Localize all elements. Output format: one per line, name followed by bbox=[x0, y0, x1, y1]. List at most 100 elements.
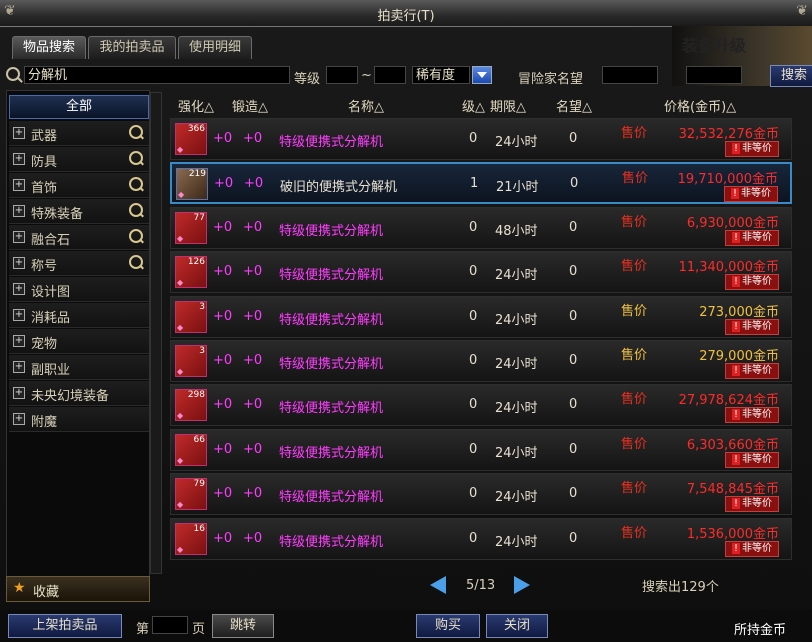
zoom-icon[interactable] bbox=[129, 125, 143, 139]
item-icon[interactable]: 16 ◆ bbox=[175, 523, 207, 555]
listing-row[interactable]: 16 ◆ +0 +0 特级便携式分解机 0 24小时 0 售价 1,536,000金币! 非等价 bbox=[170, 518, 792, 560]
expand-icon[interactable]: + bbox=[13, 231, 25, 243]
non-equivalent-badge: ! 非等价 bbox=[725, 541, 779, 557]
expand-icon[interactable]: + bbox=[13, 127, 25, 139]
sidebar-item-fusion-stone[interactable]: + 融合石 bbox=[9, 225, 149, 250]
expand-icon[interactable]: + bbox=[13, 387, 25, 399]
stack-count: 66 bbox=[193, 435, 205, 445]
item-name[interactable]: 特级便携式分解机 bbox=[279, 264, 383, 283]
column-name[interactable]: 名称△ bbox=[348, 96, 384, 115]
zoom-icon[interactable] bbox=[129, 203, 143, 217]
badge-label: 非等价 bbox=[741, 188, 771, 199]
item-name[interactable]: 特级便携式分解机 bbox=[279, 131, 383, 150]
item-icon[interactable]: 66 ◆ bbox=[175, 434, 207, 466]
stack-count: 16 bbox=[193, 524, 205, 534]
expand-icon[interactable]: + bbox=[13, 153, 25, 165]
zoom-icon[interactable] bbox=[129, 229, 143, 243]
sidebar-item-accessories[interactable]: + 首饰 bbox=[9, 173, 149, 198]
result-count: 搜索出129个 bbox=[642, 580, 719, 595]
expand-icon[interactable]: + bbox=[13, 283, 25, 295]
item-icon[interactable]: 77 ◆ bbox=[175, 212, 207, 244]
sidebar-item-enchant[interactable]: + 附魔 bbox=[9, 407, 149, 432]
item-icon[interactable]: 298 ◆ bbox=[175, 389, 207, 421]
chevron-down-icon[interactable] bbox=[472, 66, 492, 84]
sidebar-item-all[interactable]: 全部 bbox=[9, 95, 149, 119]
title-bar[interactable]: ❦ 拍卖行(T) ❦ bbox=[0, 0, 812, 27]
sidebar-item-illusion-equipment[interactable]: + 未央幻境装备 bbox=[9, 381, 149, 406]
buy-button[interactable]: 购买 bbox=[416, 614, 480, 638]
listing-row[interactable]: 366 ◆ +0 +0 特级便携式分解机 0 24小时 0 售价 32,532,276金币! 非等价 bbox=[170, 118, 792, 160]
item-icon[interactable]: 126 ◆ bbox=[175, 256, 207, 288]
list-item-button[interactable]: 上架拍卖品 bbox=[8, 614, 122, 638]
expand-icon[interactable]: + bbox=[13, 361, 25, 373]
expand-icon[interactable]: + bbox=[13, 179, 25, 191]
fame-max-input[interactable] bbox=[686, 66, 742, 84]
listing-row[interactable]: 298 ◆ +0 +0 特级便携式分解机 0 24小时 0 售价 27,978,624金币! 非等价 bbox=[170, 384, 792, 426]
page-number-input[interactable] bbox=[152, 616, 188, 634]
forge-value: +0 bbox=[243, 397, 263, 412]
sidebar-item-sub-profession[interactable]: + 副职业 bbox=[9, 355, 149, 380]
listing-row[interactable]: 66 ◆ +0 +0 特级便携式分解机 0 24小时 0 售价 6,303,660金币! 非等价 bbox=[170, 429, 792, 471]
listing-row[interactable]: 219 ◆ +0 +0 破旧的便携式分解机 1 21小时 0 售价 19,710,000金币! 非等… bbox=[170, 162, 792, 204]
expand-icon[interactable]: + bbox=[13, 257, 25, 269]
sidebar-item-titles[interactable]: + 称号 bbox=[9, 251, 149, 276]
column-level[interactable]: 级△ bbox=[462, 96, 485, 115]
search-button[interactable]: 搜索 bbox=[770, 65, 812, 87]
favorites-button[interactable]: ★ 收藏 bbox=[6, 576, 150, 602]
zoom-icon[interactable] bbox=[129, 255, 143, 269]
sidebar-item-weapons[interactable]: + 武器 bbox=[9, 121, 149, 146]
enhance-value: +0 bbox=[213, 220, 233, 235]
jump-button[interactable]: 跳转 bbox=[212, 614, 274, 638]
item-icon[interactable]: 366 ◆ bbox=[175, 123, 207, 155]
duration-value: 24小时 bbox=[495, 268, 538, 283]
item-name[interactable]: 特级便携式分解机 bbox=[279, 486, 383, 505]
item-name[interactable]: 特级便携式分解机 bbox=[279, 531, 383, 550]
duration-value: 24小时 bbox=[495, 401, 538, 416]
zoom-icon[interactable] bbox=[129, 177, 143, 191]
fame-value: 0 bbox=[569, 220, 578, 235]
item-icon[interactable]: 79 ◆ bbox=[175, 478, 207, 510]
item-name[interactable]: 特级便携式分解机 bbox=[279, 397, 383, 416]
sidebar-item-special-equipment[interactable]: + 特殊装备 bbox=[9, 199, 149, 224]
zoom-icon[interactable] bbox=[129, 151, 143, 165]
listing-row[interactable]: 79 ◆ +0 +0 特级便携式分解机 0 24小时 0 售价 7,548,845金币! 非等价 bbox=[170, 473, 792, 515]
item-icon[interactable]: 219 ◆ bbox=[176, 168, 208, 200]
column-forge[interactable]: 锻造△ bbox=[232, 96, 268, 115]
column-duration[interactable]: 期限△ bbox=[490, 96, 526, 115]
sidebar-item-blueprints[interactable]: + 设计图 bbox=[9, 277, 149, 302]
listing-row[interactable]: 126 ◆ +0 +0 特级便携式分解机 0 24小时 0 售价 11,340,000金币! 非等价 bbox=[170, 251, 792, 293]
search-input[interactable]: 分解机 bbox=[24, 66, 290, 84]
sidebar-item-armor[interactable]: + 防具 bbox=[9, 147, 149, 172]
expand-icon[interactable]: + bbox=[13, 205, 25, 217]
sidebar-scrollbar[interactable] bbox=[150, 92, 162, 574]
column-enhance[interactable]: 强化△ bbox=[178, 96, 214, 115]
prev-page-icon[interactable] bbox=[430, 576, 446, 594]
item-icon[interactable]: 3 ◆ bbox=[175, 345, 207, 377]
expand-icon[interactable]: + bbox=[13, 309, 25, 321]
listing-row[interactable]: 3 ◆ +0 +0 特级便携式分解机 0 24小时 0 售价 273,000金币! 非等价 bbox=[170, 296, 792, 338]
fame-min-input[interactable] bbox=[602, 66, 658, 84]
tab-usage-details[interactable]: 使用明细 bbox=[178, 36, 252, 59]
item-name[interactable]: 特级便携式分解机 bbox=[279, 220, 383, 239]
sidebar-item-pets[interactable]: + 宠物 bbox=[9, 329, 149, 354]
item-name[interactable]: 特级便携式分解机 bbox=[279, 353, 383, 372]
warning-icon: ! bbox=[731, 409, 740, 420]
item-name[interactable]: 特级便携式分解机 bbox=[279, 309, 383, 328]
sidebar-item-consumables[interactable]: + 消耗品 bbox=[9, 303, 149, 328]
next-page-icon[interactable] bbox=[514, 576, 530, 594]
level-max-input[interactable] bbox=[374, 66, 406, 84]
tab-my-auctions[interactable]: 我的拍卖品 bbox=[88, 36, 176, 59]
tab-item-search[interactable]: 物品搜索 bbox=[12, 36, 86, 59]
item-name[interactable]: 特级便携式分解机 bbox=[279, 442, 383, 461]
item-icon[interactable]: 3 ◆ bbox=[175, 301, 207, 333]
listing-row[interactable]: 77 ◆ +0 +0 特级便携式分解机 0 48小时 0 售价 6,930,000金币! 非等价 bbox=[170, 207, 792, 249]
expand-icon[interactable]: + bbox=[13, 413, 25, 425]
column-price[interactable]: 价格(金币)△ bbox=[664, 96, 736, 115]
rarity-select[interactable]: 稀有度 bbox=[412, 66, 470, 84]
column-fame[interactable]: 名望△ bbox=[556, 96, 592, 115]
listing-row[interactable]: 3 ◆ +0 +0 特级便携式分解机 0 24小时 0 售价 279,000金币! 非等价 bbox=[170, 340, 792, 382]
close-button[interactable]: 关闭 bbox=[486, 614, 548, 638]
expand-icon[interactable]: + bbox=[13, 335, 25, 347]
item-name[interactable]: 破旧的便携式分解机 bbox=[280, 176, 397, 195]
level-min-input[interactable] bbox=[326, 66, 358, 84]
